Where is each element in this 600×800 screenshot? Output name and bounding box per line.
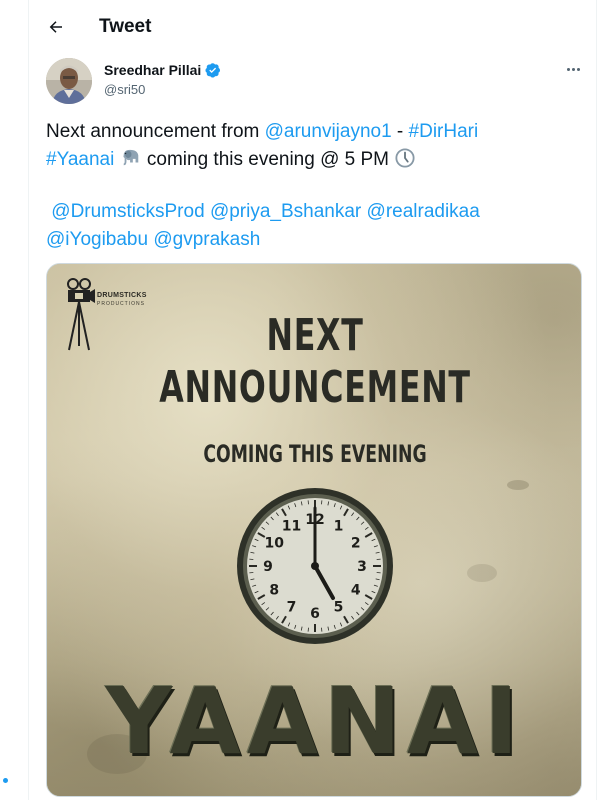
author-name-text[interactable]: Sreedhar Pillai bbox=[104, 62, 201, 78]
tweet-text-part2: - bbox=[391, 121, 409, 142]
more-horizontal-icon bbox=[566, 67, 570, 71]
elephant-emoji-icon bbox=[123, 149, 138, 166]
clock-number: 7 bbox=[287, 600, 297, 616]
tweet-page: Tweet Sreedhar Pillai @sri50 Next announ… bbox=[0, 0, 600, 800]
poster-stain bbox=[467, 564, 497, 582]
mention-link[interactable]: @priya_Bshankar bbox=[210, 201, 361, 222]
more-options-button[interactable] bbox=[560, 60, 586, 78]
clock-number: 4 bbox=[351, 583, 361, 599]
clock-number: 6 bbox=[310, 606, 320, 622]
tweet-mentions: @DrumsticksProd @priya_Bshankar @realrad… bbox=[46, 198, 586, 254]
side-indicator-dot bbox=[3, 778, 8, 783]
clock-number: 1 bbox=[334, 518, 344, 534]
author-name[interactable]: Sreedhar Pillai bbox=[104, 62, 221, 78]
clock-number: 2 bbox=[351, 536, 361, 552]
clock-emoji-icon bbox=[395, 148, 415, 168]
page-title: Tweet bbox=[99, 16, 152, 37]
right-column-border bbox=[596, 0, 597, 800]
poster-stain bbox=[507, 480, 529, 490]
back-button[interactable] bbox=[39, 10, 73, 44]
mention-link[interactable]: @iYogibabu bbox=[46, 229, 148, 250]
poster-subheading: COMING THIS EVENING bbox=[203, 440, 427, 468]
author-handle[interactable]: @sri50 bbox=[104, 82, 145, 97]
mention-link[interactable]: @gvprakash bbox=[153, 229, 260, 250]
mention-link[interactable]: @arunvijayno1 bbox=[265, 121, 392, 142]
clock-number: 5 bbox=[334, 600, 344, 616]
poster-heading-line2: ANNOUNCEMENT bbox=[159, 362, 471, 413]
clock-illustration: 121234567891011 bbox=[237, 488, 393, 644]
left-column-border bbox=[28, 0, 29, 800]
clock-number: 9 bbox=[263, 559, 273, 575]
production-name: DRUMSTICKS bbox=[97, 292, 147, 299]
clock-number: 8 bbox=[269, 583, 279, 599]
poster-heading-line1: NEXT bbox=[266, 310, 364, 361]
tweet-text: Next announcement from @arunvijayno1 - #… bbox=[46, 118, 586, 174]
mention-link[interactable]: @realradikaa bbox=[367, 201, 480, 222]
tweet-text-part3: coming this evening @ 5 PM bbox=[146, 149, 390, 170]
tweet-media-image[interactable]: DRUMSTICKS PRODUCTIONS NEXT ANNOUNCEMENT… bbox=[46, 263, 582, 797]
mention-link[interactable]: @DrumsticksProd bbox=[51, 201, 204, 222]
page-header: Tweet bbox=[29, 0, 596, 52]
hashtag-link[interactable]: #Yaanai bbox=[46, 149, 114, 170]
avatar-image bbox=[46, 58, 92, 104]
arrow-left-icon bbox=[49, 21, 62, 33]
avatar[interactable] bbox=[46, 58, 92, 104]
clock-number: 10 bbox=[265, 536, 285, 552]
verified-badge-icon bbox=[205, 63, 221, 78]
poster-title: YAANAI bbox=[105, 668, 525, 775]
production-subtitle: PRODUCTIONS bbox=[97, 301, 145, 307]
tweet-text-part1: Next announcement from bbox=[46, 121, 265, 142]
hashtag-link[interactable]: #DirHari bbox=[409, 121, 479, 142]
clock-number: 11 bbox=[282, 518, 301, 534]
clock-number: 3 bbox=[357, 559, 367, 575]
